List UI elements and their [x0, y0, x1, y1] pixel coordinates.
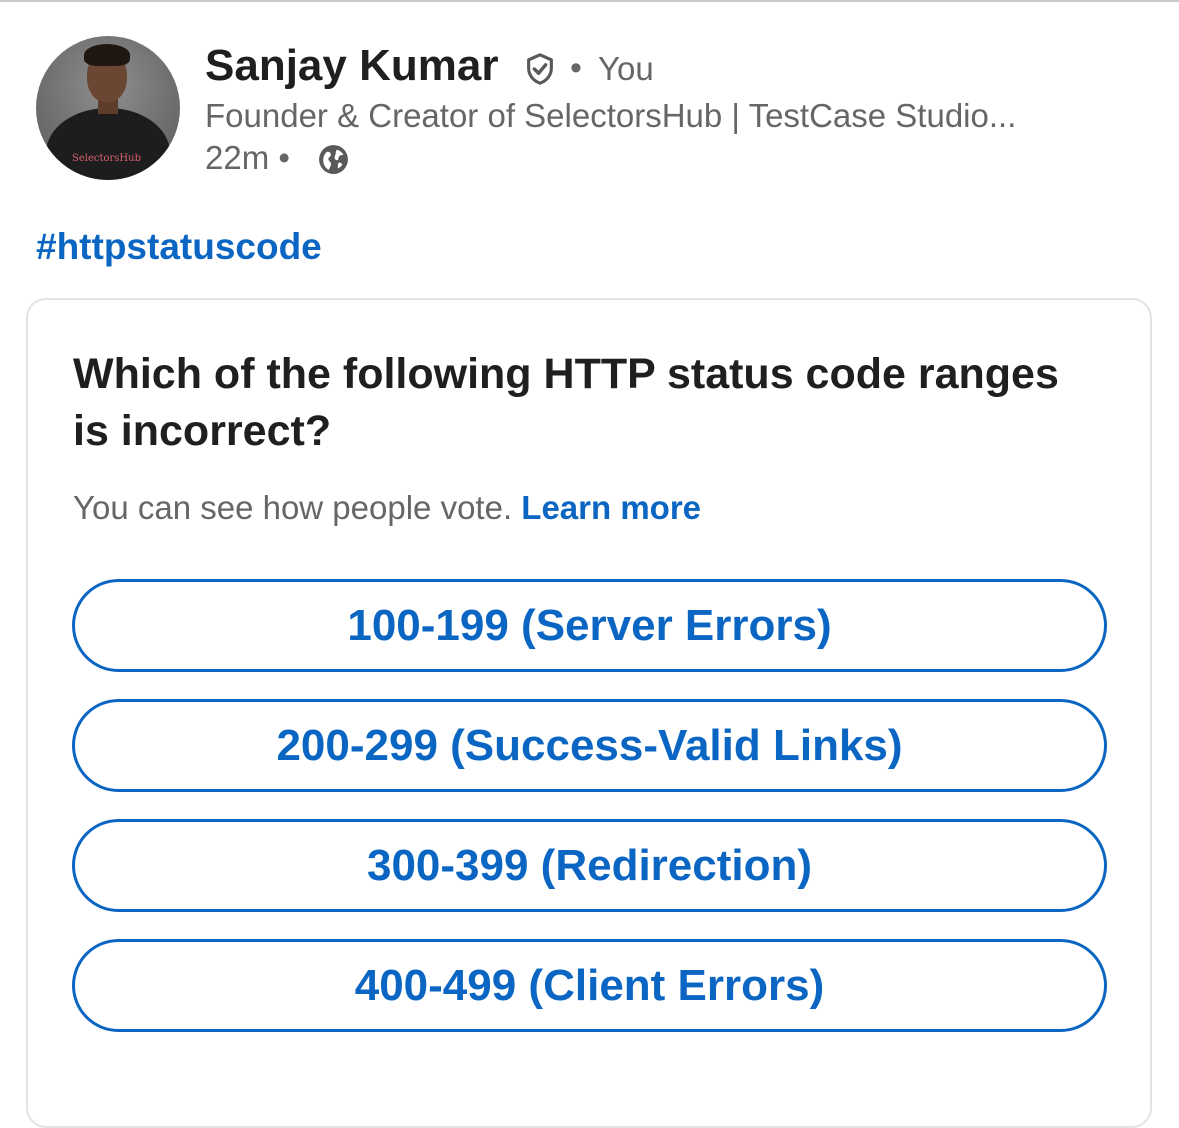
separator-dot: • [570, 49, 582, 87]
avatar-shirt [46, 108, 170, 180]
globe-icon [319, 145, 348, 174]
avatar[interactable]: SelectorsHub [36, 36, 180, 180]
poll-option-3[interactable]: 300-399 (Redirection) [72, 819, 1107, 912]
relation-label: You [598, 50, 654, 87]
timestamp-text: 22m [205, 139, 270, 176]
post-timestamp: 22m • [205, 138, 290, 178]
poll-question: Which of the following HTTP status code … [73, 350, 1059, 455]
poll-option-2[interactable]: 200-299 (Success-Valid Links) [72, 699, 1107, 792]
poll-option-1[interactable]: 100-199 (Server Errors) [72, 579, 1107, 672]
learn-more-link[interactable]: Learn more [521, 489, 701, 526]
author-headline: Founder & Creator of SelectorsHub | Test… [205, 97, 1017, 134]
avatar-hair [84, 44, 130, 66]
author-name[interactable]: Sanjay Kumar [205, 40, 498, 92]
top-divider [0, 0, 1179, 2]
verified-shield-icon [527, 53, 553, 85]
hashtag-link[interactable]: #httpstatuscode [36, 225, 322, 269]
poll-vote-note: You can see how people vote. Learn more [73, 487, 701, 529]
vote-visibility-text: You can see how people vote. [73, 489, 513, 526]
timestamp-separator: • [278, 139, 290, 176]
avatar-shirt-text: SelectorsHub [72, 153, 141, 164]
poll-option-4[interactable]: 400-499 (Client Errors) [72, 939, 1107, 1032]
